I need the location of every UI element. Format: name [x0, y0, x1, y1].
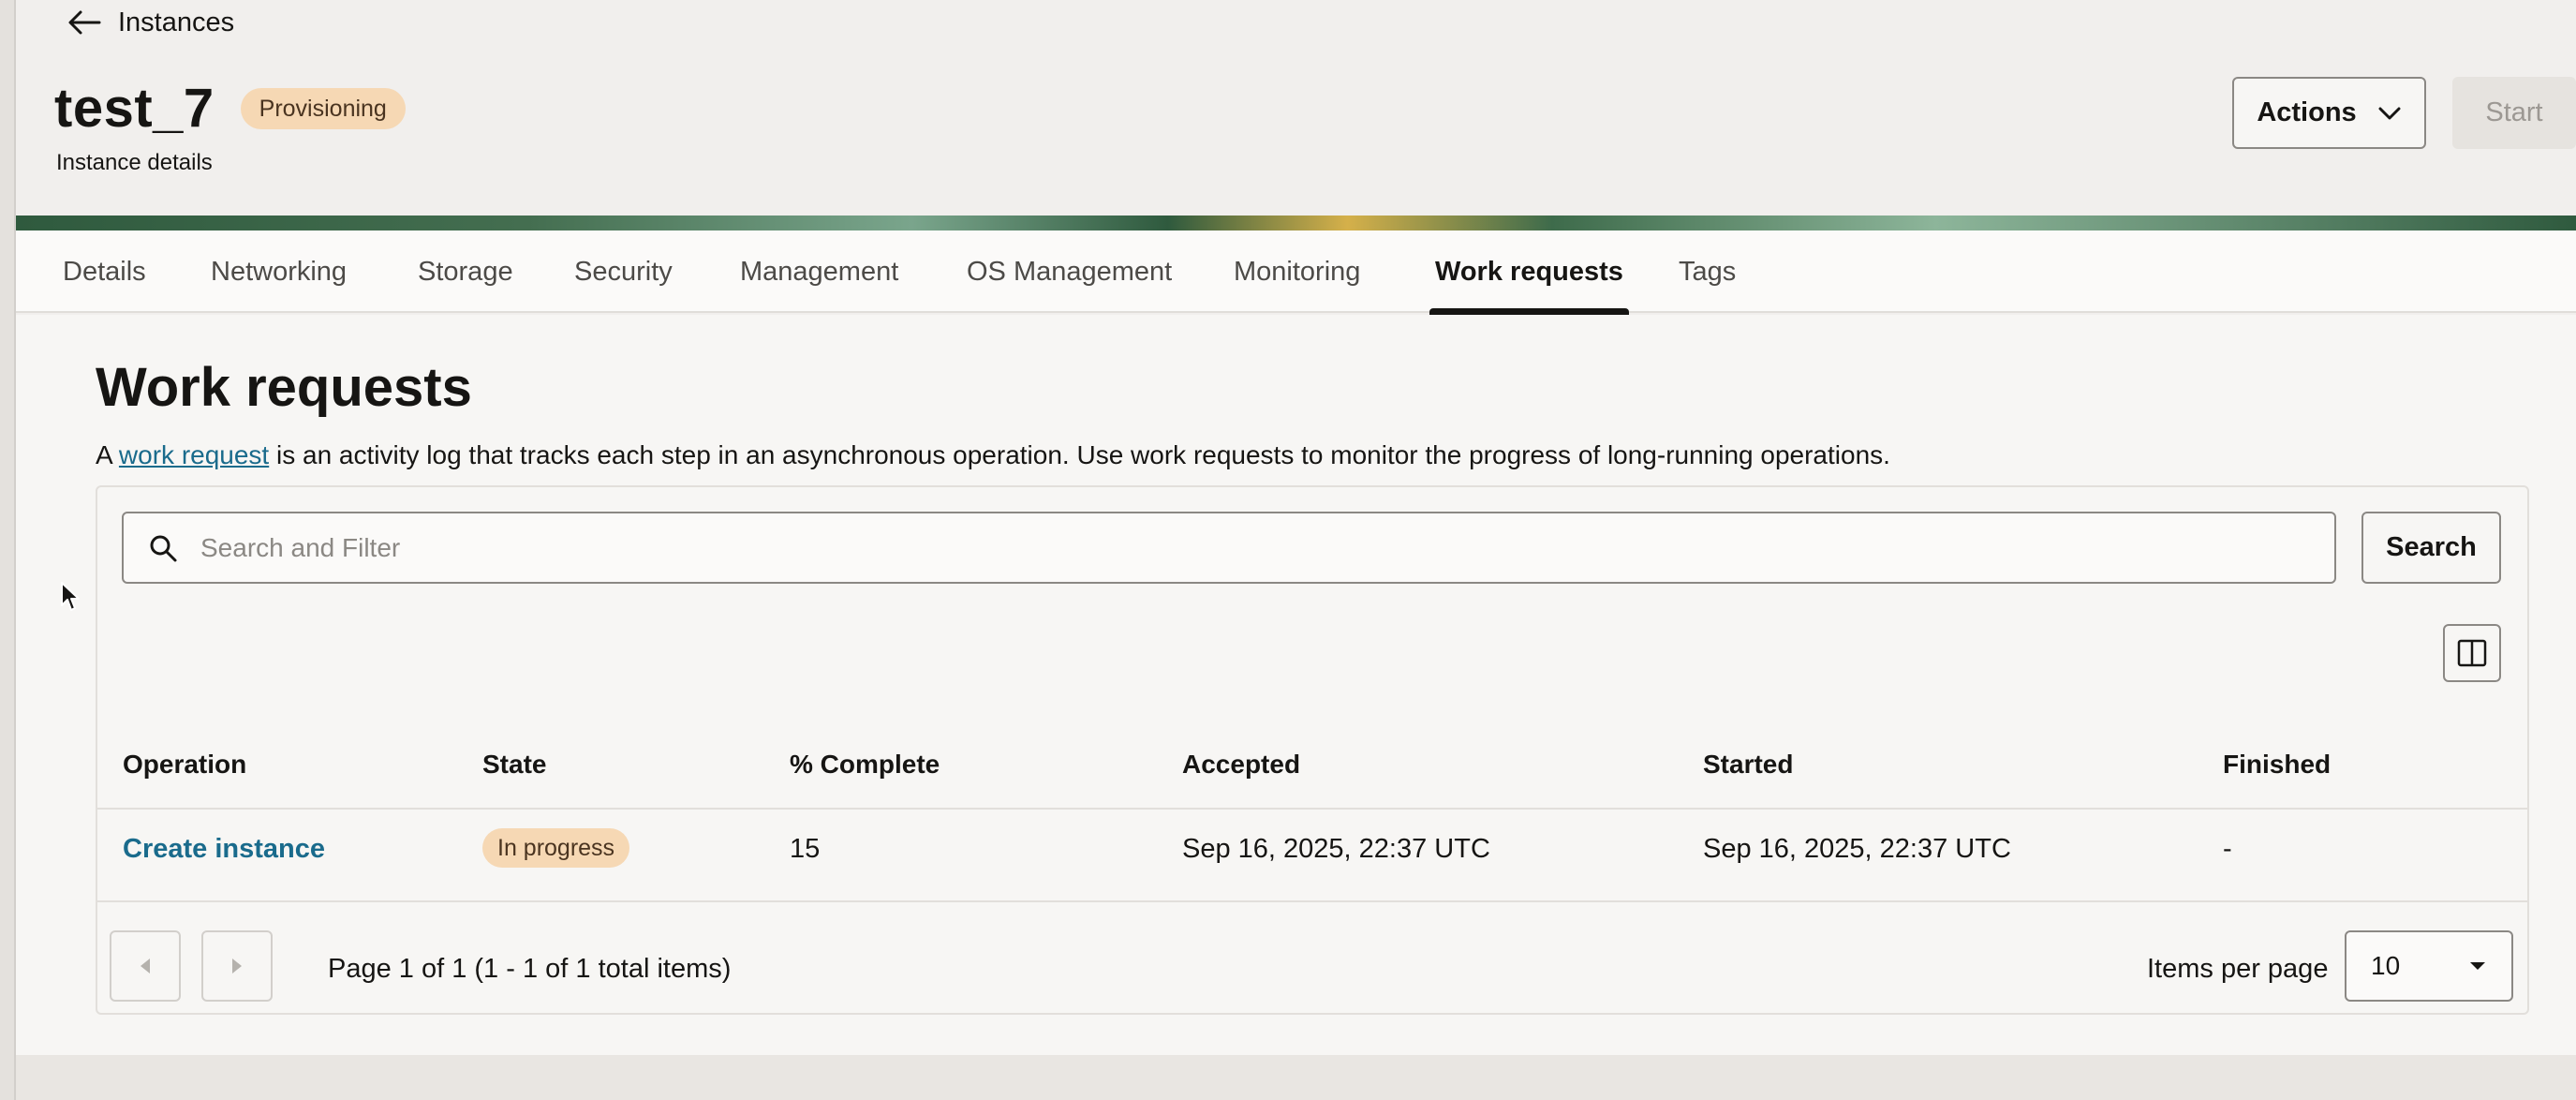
tab-management[interactable]: Management [740, 230, 898, 313]
tab-tags[interactable]: Tags [1679, 230, 1736, 313]
section-description: A work request is an activity log that t… [96, 440, 1890, 470]
start-button[interactable]: Start [2452, 77, 2576, 149]
status-badge: Provisioning [240, 87, 406, 129]
items-per-page-label: Items per page [2147, 954, 2329, 984]
items-per-page-value: 10 [2371, 951, 2401, 980]
description-suffix: is an activity log that tracks each step… [269, 440, 1890, 469]
title-row: test_7 Provisioning [54, 77, 406, 140]
actions-button-label: Actions [2257, 97, 2357, 127]
previous-page-button[interactable] [110, 930, 181, 1002]
actions-button[interactable]: Actions [2232, 77, 2426, 149]
page-subtitle: Instance details [56, 150, 213, 175]
operation-link[interactable]: Create instance [123, 834, 325, 865]
manage-columns-button[interactable] [2443, 624, 2501, 682]
search-button[interactable]: Search [2361, 512, 2501, 584]
back-link-label: Instances [118, 7, 235, 37]
columns-icon [2457, 639, 2487, 667]
table-header-divider [97, 808, 2527, 810]
next-page-button[interactable] [201, 930, 273, 1002]
search-icon [150, 535, 177, 561]
mouse-pointer-icon [61, 582, 80, 611]
search-input-wrapper[interactable] [122, 512, 2336, 584]
work-request-link[interactable]: work request [119, 440, 269, 469]
caret-left-icon [141, 959, 150, 974]
tab-monitoring[interactable]: Monitoring [1234, 230, 1360, 313]
accepted-cell: Sep 16, 2025, 22:37 UTC [1182, 834, 1490, 864]
tab-networking[interactable]: Networking [211, 230, 347, 313]
search-input[interactable] [200, 532, 2261, 563]
description-prefix: A [96, 440, 119, 469]
left-edge-divider [0, 0, 16, 1100]
finished-cell: - [2223, 834, 2232, 864]
tab-work-requests[interactable]: Work requests [1429, 230, 1629, 315]
started-cell: Sep 16, 2025, 22:37 UTC [1703, 834, 2011, 864]
section-title: Work requests [96, 357, 472, 418]
page-title: test_7 [54, 78, 215, 139]
footer-strip [16, 1055, 2576, 1100]
tab-storage[interactable]: Storage [418, 230, 513, 313]
state-badge: In progress [482, 828, 630, 868]
tab-details[interactable]: Details [63, 230, 146, 313]
decorative-banner [16, 216, 2576, 230]
column-header-finished[interactable]: Finished [2223, 750, 2331, 780]
table-footer-divider [97, 900, 2527, 902]
column-header-state[interactable]: State [482, 750, 546, 780]
chevron-down-icon [2378, 107, 2401, 119]
tab-os-management[interactable]: OS Management [967, 230, 1172, 313]
pagination-summary: Page 1 of 1 (1 - 1 of 1 total items) [328, 954, 732, 984]
caret-right-icon [232, 959, 242, 974]
column-header-operation[interactable]: Operation [123, 750, 246, 780]
caret-down-icon [2470, 962, 2485, 970]
column-header-percent-complete[interactable]: % Complete [790, 750, 940, 780]
tab-bar: Details Networking Storage Security Mana… [16, 230, 2576, 315]
column-header-accepted[interactable]: Accepted [1182, 750, 1300, 780]
tab-security[interactable]: Security [574, 230, 673, 313]
items-per-page-select[interactable]: 10 [2345, 930, 2513, 1002]
percent-complete-cell: 15 [790, 834, 821, 864]
column-header-started[interactable]: Started [1703, 750, 1793, 780]
back-to-instances-link[interactable]: Instances [67, 4, 234, 41]
arrow-left-icon [68, 10, 101, 35]
